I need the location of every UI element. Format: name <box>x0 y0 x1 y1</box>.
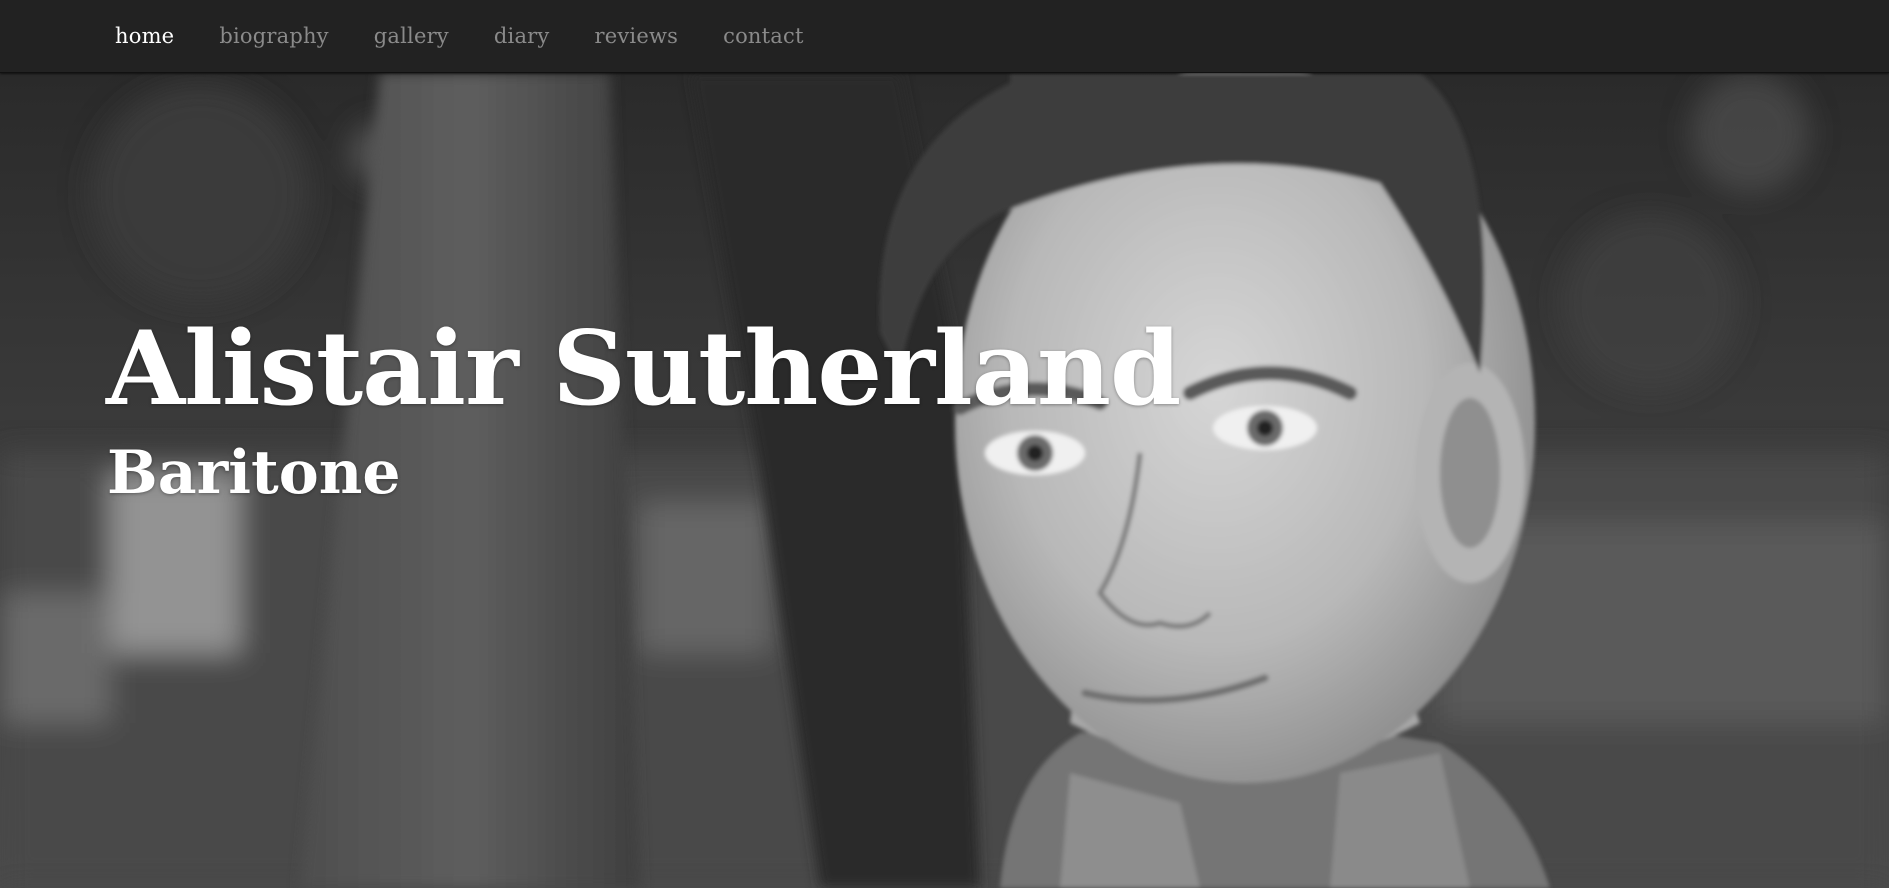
voice-type-subtitle: Baritone <box>107 438 401 508</box>
nav-item-reviews[interactable]: reviews <box>594 24 678 48</box>
nav-item-diary[interactable]: diary <box>494 24 550 48</box>
artist-name-title: Alistair Sutherland <box>106 309 1181 429</box>
hero-banner: Alistair Sutherland Baritone <box>0 73 1889 888</box>
main-nav: home biography gallery diary reviews con… <box>115 0 849 72</box>
top-navbar: home biography gallery diary reviews con… <box>0 0 1889 73</box>
nav-item-home[interactable]: home <box>115 24 174 48</box>
nav-item-biography[interactable]: biography <box>219 24 328 48</box>
nav-item-contact[interactable]: contact <box>723 24 804 48</box>
nav-item-gallery[interactable]: gallery <box>374 24 449 48</box>
